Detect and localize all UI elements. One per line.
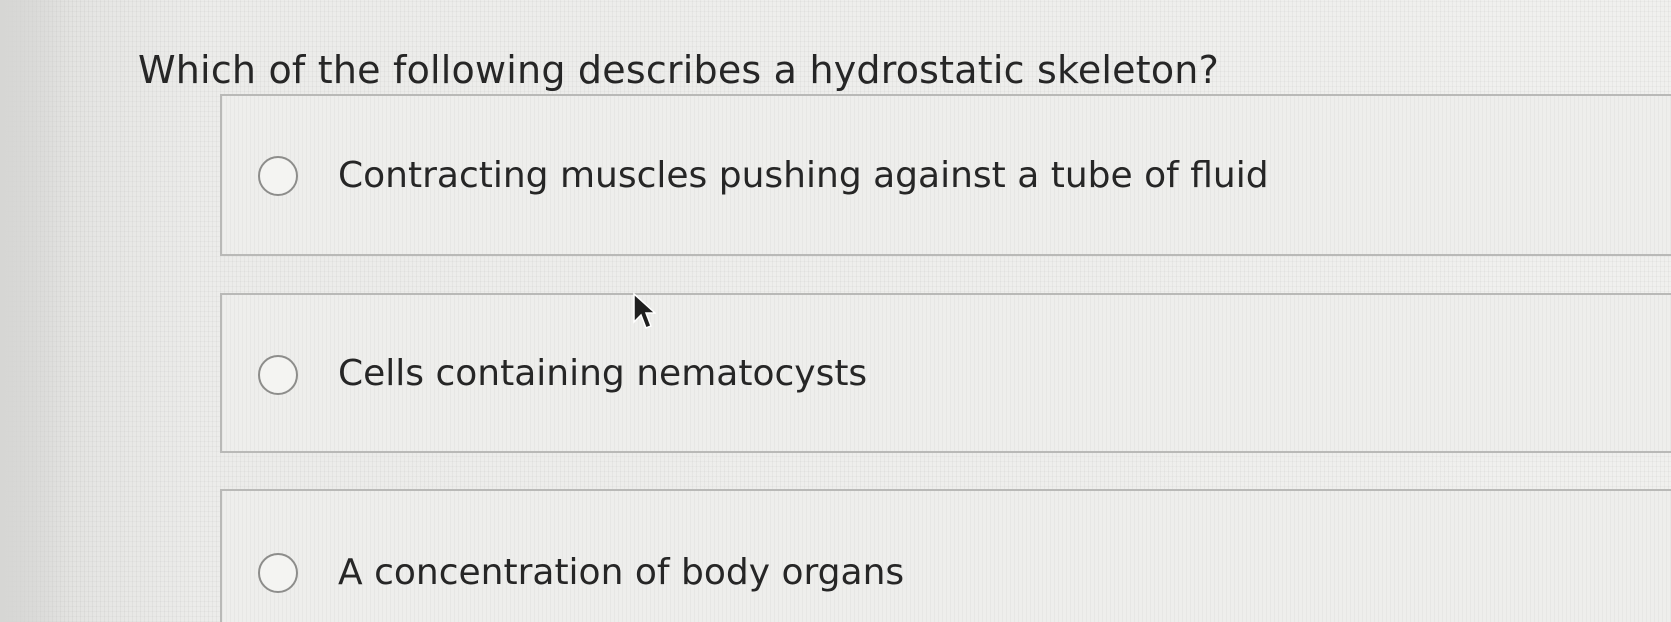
answer-option-1[interactable]: Contracting muscles pushing against a tu…	[220, 94, 1671, 256]
question-text: Which of the following describes a hydro…	[138, 48, 1219, 92]
mouse-pointer-icon	[633, 292, 656, 329]
answer-option-label: A concentration of body organs	[338, 552, 905, 593]
screen-edge-shadow	[0, 0, 70, 622]
radio-unselected-icon[interactable]	[258, 156, 298, 196]
radio-unselected-icon[interactable]	[258, 553, 298, 593]
answer-option-3[interactable]: A concentration of body organs	[220, 489, 1671, 622]
quiz-screen: Which of the following describes a hydro…	[0, 0, 1671, 622]
answer-option-label: Contracting muscles pushing against a tu…	[338, 155, 1269, 196]
answer-option-2[interactable]: Cells containing nematocysts	[220, 293, 1671, 453]
radio-unselected-icon[interactable]	[258, 355, 298, 395]
answer-option-label: Cells containing nematocysts	[338, 353, 868, 394]
